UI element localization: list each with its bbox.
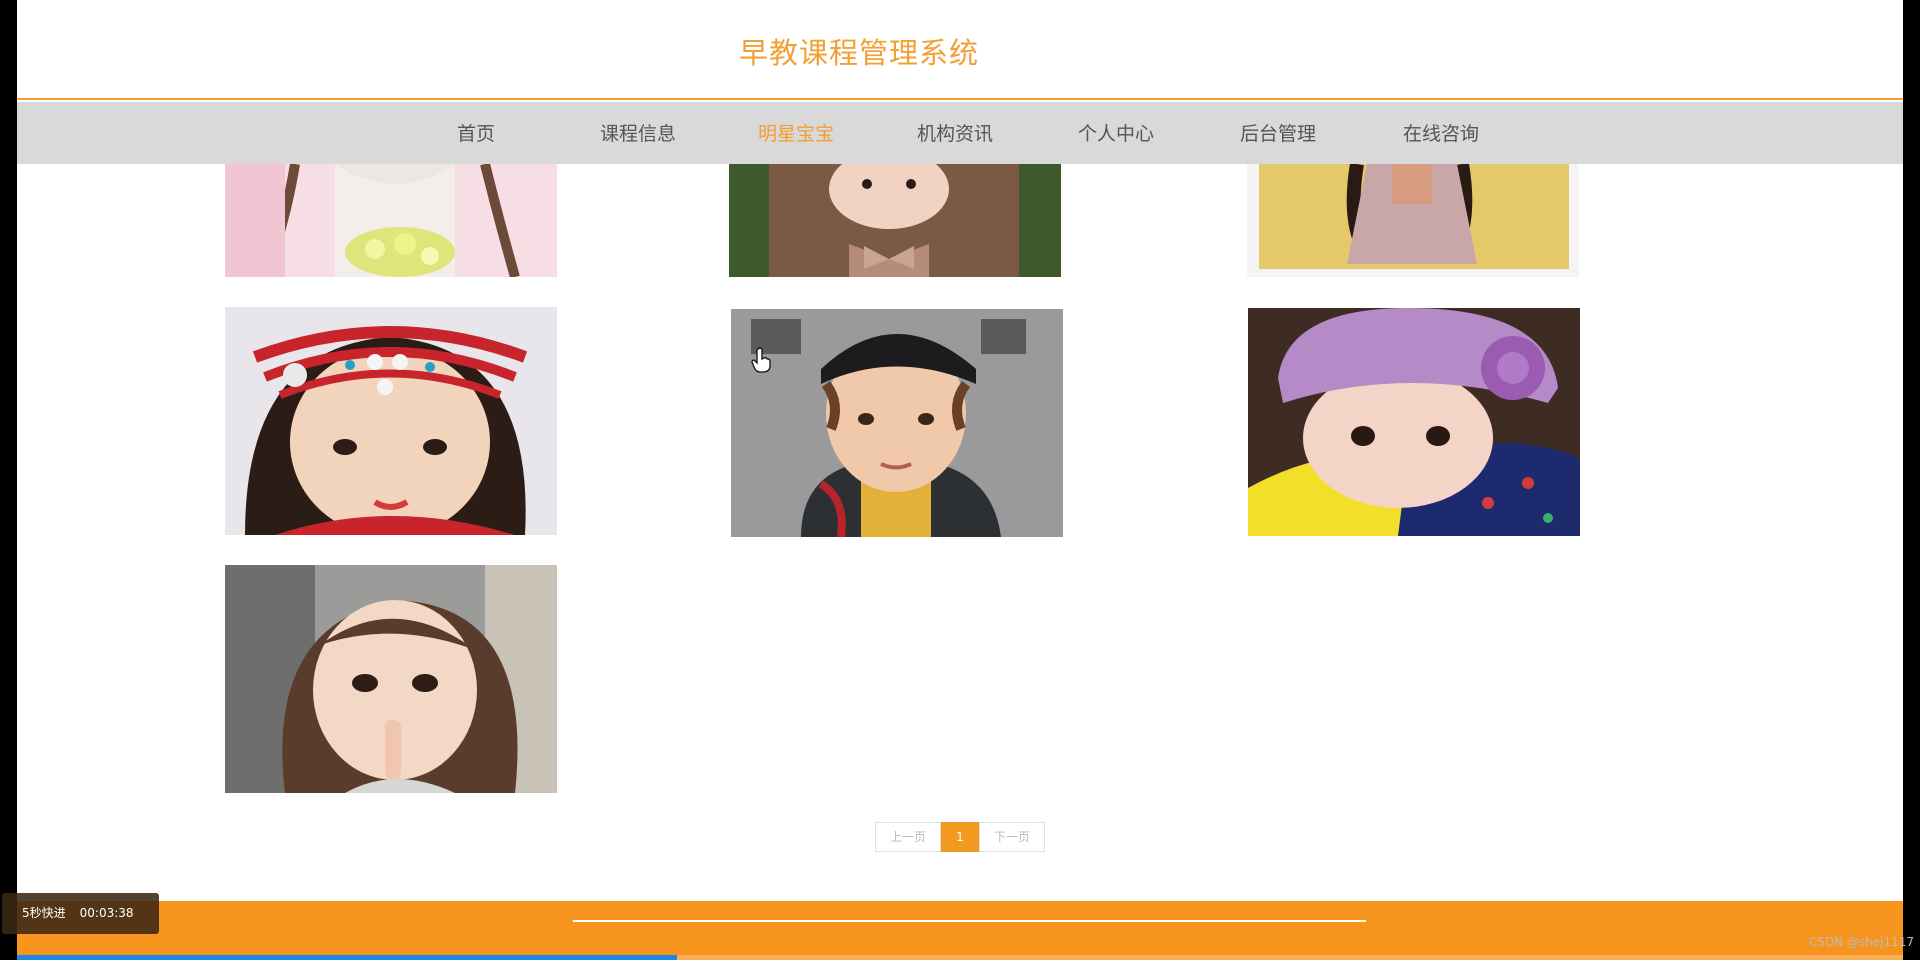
browser-page: 早教课程管理系统 首页 课程信息 明星宝宝 机构资讯 个人中心 后台管理 在线咨… [17,0,1903,960]
prev-page-button[interactable]: 上一页 [875,822,941,852]
baby-photo-7[interactable] [225,565,557,793]
csdn-watermark: CSDN @shej1117 [1808,935,1914,949]
nav-item-course-info[interactable]: 课程信息 [600,119,676,146]
hand-cursor-icon [751,347,771,373]
video-progress-track[interactable] [17,955,1903,960]
skip-forward-label[interactable]: 5秒快进 [22,906,66,920]
site-title: 早教课程管理系统 [739,36,980,70]
baby-photo-6[interactable] [1248,308,1580,536]
video-timestamp: 00:03:38 [79,906,134,920]
current-page-button[interactable]: 1 [941,822,979,852]
video-speed-badge: 5秒快进 00:03:38 [2,893,159,934]
site-footer [17,901,1903,960]
site-header: 早教课程管理系统 [17,0,1903,100]
baby-photo-4[interactable] [225,307,557,535]
baby-photo-1[interactable] [225,164,557,277]
nav-item-online-consult[interactable]: 在线咨询 [1403,119,1479,146]
video-progress-fill [17,955,678,960]
footer-divider [573,920,1366,922]
nav-item-home[interactable]: 首页 [457,119,495,146]
main-nav: 首页 课程信息 明星宝宝 机构资讯 个人中心 后台管理 在线咨询 [17,102,1903,164]
nav-item-admin[interactable]: 后台管理 [1240,119,1316,146]
baby-photo-2[interactable] [729,164,1061,277]
baby-photo-5[interactable] [731,309,1063,537]
baby-photo-3[interactable] [1247,164,1579,277]
nav-item-personal-center[interactable]: 个人中心 [1078,119,1154,146]
pagination: 上一页 1 下一页 [875,822,1045,852]
next-page-button[interactable]: 下一页 [979,822,1045,852]
nav-item-org-news[interactable]: 机构资讯 [917,119,993,146]
nav-item-star-baby[interactable]: 明星宝宝 [758,119,834,146]
